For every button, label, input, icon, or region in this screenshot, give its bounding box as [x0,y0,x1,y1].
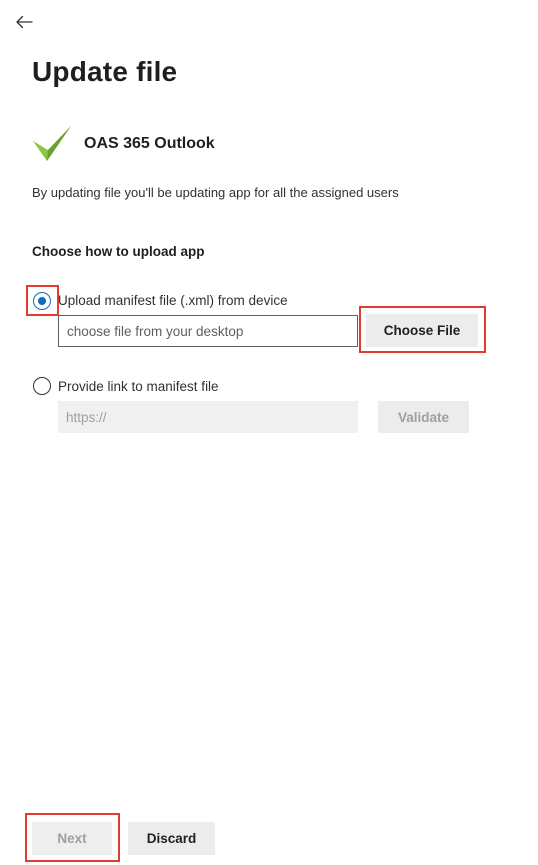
upload-from-device-label: Upload manifest file (.xml) from device [58,293,288,308]
radio-selected-dot [37,296,46,305]
arrow-left-icon [15,15,33,29]
radio-provide-link[interactable] [33,377,51,395]
page-title: Update file [32,56,178,87]
choose-file-button[interactable]: Choose File [366,314,478,347]
app-name: OAS 365 Outlook [84,135,215,152]
app-info: OAS 365 Outlook [32,126,215,162]
upload-section-title: Choose how to upload app [32,244,205,259]
next-button[interactable]: Next [32,822,112,855]
validate-button[interactable]: Validate [378,401,469,433]
discard-button[interactable]: Discard [128,822,215,855]
green-checkmark-logo-icon [32,126,72,162]
file-path-input[interactable] [58,315,358,347]
manifest-link-input[interactable] [58,401,358,433]
provide-link-label: Provide link to manifest file [58,379,219,394]
update-description: By updating file you'll be updating app … [32,185,399,200]
radio-upload-from-device[interactable] [33,292,51,310]
back-button[interactable] [10,10,38,34]
